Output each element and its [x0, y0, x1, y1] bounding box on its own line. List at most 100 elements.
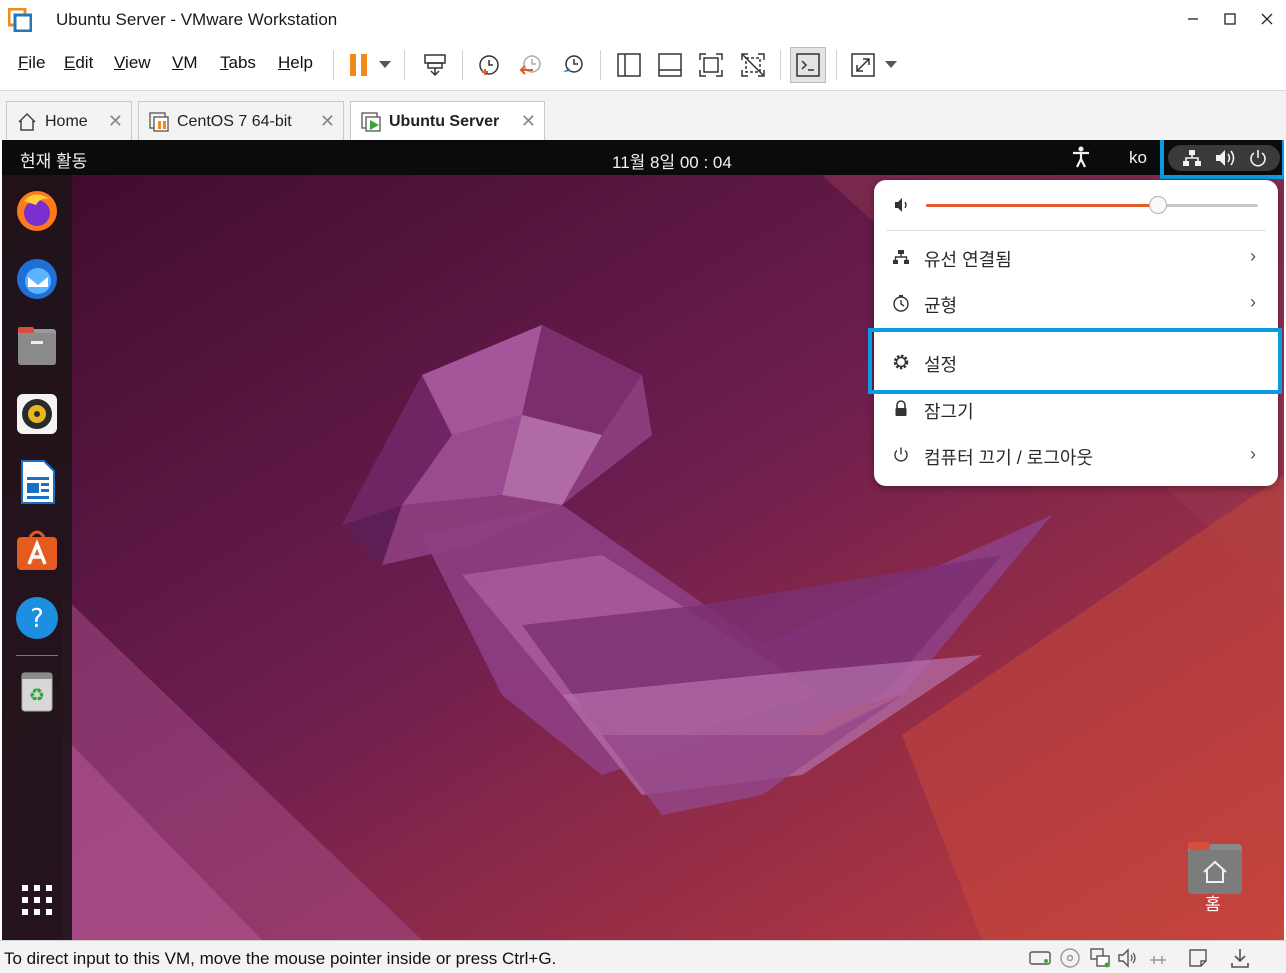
tab-close-button[interactable]: ✕	[108, 111, 123, 132]
toolbar-separator	[333, 50, 334, 80]
menu-file-label: ile	[28, 53, 46, 72]
vm-running-icon	[361, 112, 381, 132]
send-ctrl-alt-del-button[interactable]	[418, 48, 452, 82]
power-mode-icon	[893, 295, 909, 312]
tab-close-button[interactable]: ✕	[521, 111, 536, 132]
library-view-icon	[617, 53, 641, 77]
maximize-button[interactable]	[1215, 6, 1245, 32]
menu-file[interactable]: File	[18, 53, 45, 73]
help-icon[interactable]: ?	[14, 595, 60, 641]
tab-label: Home	[45, 112, 88, 130]
tab-close-button[interactable]: ✕	[320, 111, 335, 132]
toolbar-separator	[780, 50, 781, 80]
menu-tabs[interactable]: Tabs	[220, 53, 256, 73]
close-icon	[1261, 13, 1273, 25]
input-language-button[interactable]: ko	[1129, 148, 1147, 168]
pause-icon	[350, 54, 367, 76]
svg-text:?: ?	[30, 604, 44, 634]
full-screen-button[interactable]	[694, 48, 728, 82]
show-thumbnail-button[interactable]	[653, 48, 687, 82]
home-icon	[17, 112, 37, 132]
minimize-icon	[1188, 18, 1198, 20]
download-icon[interactable]	[1228, 946, 1252, 970]
menu-view[interactable]: View	[114, 53, 151, 73]
unity-icon	[741, 53, 765, 77]
menu-item-power-off-logout[interactable]: 컴퓨터 끄기 / 로그아웃 ›	[874, 436, 1278, 476]
chevron-down-icon	[885, 61, 897, 68]
tab-ubuntu-server[interactable]: Ubuntu Server ✕	[350, 101, 545, 142]
dock-separator	[16, 655, 58, 656]
files-icon[interactable]	[14, 323, 60, 369]
minimize-button[interactable]	[1178, 6, 1208, 32]
pause-dropdown-button[interactable]	[372, 48, 398, 82]
maximize-icon	[1224, 13, 1236, 25]
tab-home[interactable]: Home ✕	[6, 101, 132, 141]
software-center-icon[interactable]	[14, 527, 60, 573]
snapshot-icon	[479, 55, 499, 75]
tab-label: CentOS 7 64-bit	[177, 112, 292, 130]
firefox-icon[interactable]	[14, 187, 60, 233]
tab-bar: Home ✕ CentOS 7 64-bit ✕ Ubuntu Server ✕	[0, 90, 1286, 142]
take-snapshot-button[interactable]	[472, 48, 506, 82]
settings-highlight-box	[868, 328, 1282, 394]
menu-edit-mnemonic: E	[64, 53, 76, 72]
cd-dvd-icon[interactable]	[1058, 946, 1082, 970]
chevron-down-icon	[379, 61, 391, 68]
menu-vm-mnemonic: V	[172, 53, 184, 72]
toolbar-separator	[462, 50, 463, 80]
hard-disk-icon[interactable]	[1028, 946, 1052, 970]
menu-toolbar: File Edit View VM Tabs Help	[0, 40, 1286, 90]
console-view-button[interactable]	[790, 47, 826, 83]
menu-item-lock[interactable]: 잠그기	[874, 390, 1278, 430]
pause-button[interactable]	[342, 48, 376, 82]
revert-snapshot-button[interactable]	[514, 48, 548, 82]
tab-label: Ubuntu Server	[389, 113, 500, 130]
menu-vm[interactable]: VM	[172, 53, 198, 73]
rhythmbox-icon[interactable]	[14, 391, 60, 437]
clock-button[interactable]: 11월 8일 00 : 04	[612, 148, 732, 173]
close-window-button[interactable]	[1252, 6, 1282, 32]
thunderbird-icon[interactable]	[14, 255, 60, 301]
menu-edit-label: dit	[75, 53, 94, 72]
menu-item-power-mode[interactable]: 균형 ›	[874, 284, 1278, 324]
tab-centos[interactable]: CentOS 7 64-bit ✕	[138, 101, 344, 141]
title-bar: Ubuntu Server - VMware Workstation	[0, 0, 1286, 40]
usb-devices-icon[interactable]	[1146, 946, 1170, 970]
toolbar-separator	[600, 50, 601, 80]
chevron-right-icon: ›	[1250, 292, 1256, 312]
thumbnail-view-icon	[658, 53, 682, 77]
menu-view-mnemonic: V	[114, 53, 126, 72]
menu-help[interactable]: Help	[278, 53, 313, 73]
stretch-dropdown-button[interactable]	[878, 48, 904, 82]
trash-icon[interactable]: ♻	[14, 667, 60, 713]
accessibility-icon[interactable]	[1072, 146, 1090, 173]
app-grid-icon[interactable]	[14, 877, 60, 923]
menu-edit[interactable]: Edit	[64, 53, 93, 73]
network-adapter-icon[interactable]	[1088, 946, 1112, 970]
menu-item-label: 균형	[924, 296, 958, 316]
menu-file-mnemonic: F	[18, 53, 29, 72]
power-icon	[894, 447, 908, 462]
vm-console[interactable]: 현재 활동 11월 8일 00 : 04 ko ? ♻ 홈 유선 연결됨 › 균…	[2, 140, 1284, 940]
menu-tabs-mnemonic: T	[220, 53, 229, 72]
sound-card-icon[interactable]	[1116, 946, 1140, 970]
unity-mode-button[interactable]	[736, 48, 770, 82]
notes-icon[interactable]	[1186, 946, 1210, 970]
lock-icon	[895, 400, 907, 416]
volume-slider[interactable]	[926, 196, 1258, 214]
stretch-guest-button[interactable]	[846, 48, 880, 82]
volume-slider-handle[interactable]	[1149, 196, 1168, 214]
network-icon	[893, 250, 909, 264]
activities-button[interactable]: 현재 활동	[20, 147, 87, 172]
toolbar-separator	[836, 50, 837, 80]
snapshot-manager-button[interactable]	[556, 48, 590, 82]
status-bar: To direct input to this VM, move the mou…	[0, 940, 1286, 973]
chevron-right-icon: ›	[1250, 246, 1256, 266]
menu-item-label: 잠그기	[924, 402, 974, 422]
show-library-button[interactable]	[612, 48, 646, 82]
send-keys-icon	[424, 54, 446, 77]
menu-help-mnemonic: H	[278, 53, 291, 72]
menu-tabs-label: abs	[228, 53, 256, 72]
libreoffice-writer-icon[interactable]	[14, 459, 60, 505]
menu-item-wired-network[interactable]: 유선 연결됨 ›	[874, 238, 1278, 278]
